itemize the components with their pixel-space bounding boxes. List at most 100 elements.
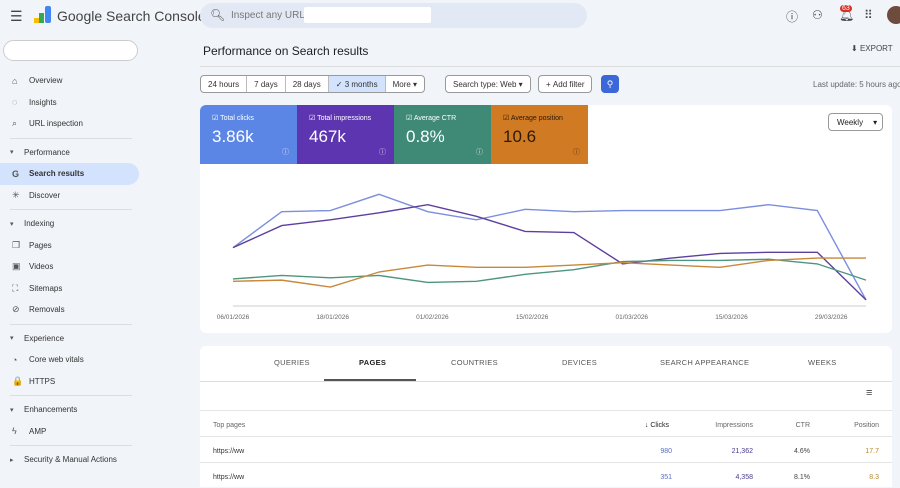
series-line-total-impressions (232, 204, 867, 301)
table-row[interactable]: https://ww 980 21,362 4.6% 17.7 (200, 436, 892, 462)
tab-queries[interactable]: QUERIES (274, 358, 310, 367)
search-icon: 🔍︎ (210, 8, 226, 22)
x-tick-label: 15/03/2026 (715, 314, 748, 321)
nav-icon: ◔ (12, 354, 18, 365)
divider (10, 137, 132, 139)
range-label: More (392, 79, 411, 89)
tab-devices[interactable]: DEVICES (562, 358, 597, 367)
sidebar-item-amp[interactable]: ϟ AMP (0, 421, 190, 443)
notification-badge: 63 (840, 5, 852, 12)
chevron-icon: ▾ (10, 406, 14, 414)
table-row[interactable]: https://ww 351 4,358 8.1% 8.3 (200, 462, 892, 488)
ctr-value: 4.6% (794, 448, 810, 455)
sidebar-item-search-results[interactable]: G Search results (0, 163, 139, 185)
position-value: 17.7 (865, 448, 879, 455)
property-selector[interactable] (3, 40, 138, 61)
filter-rows-icon[interactable]: ≡ (866, 387, 872, 399)
search-type-filter[interactable]: Search type: Web ▾ (445, 75, 531, 93)
sidebar-item-pages[interactable]: ❐ Pages (0, 235, 190, 257)
chevron-icon: ▾ (10, 335, 14, 343)
position-value: 8.3 (869, 474, 879, 481)
apps-grid-icon[interactable]: ⠿ (864, 8, 873, 22)
nav-icon: G (12, 168, 20, 179)
col-clicks[interactable]: ↓ Clicks (645, 422, 669, 429)
help-icon[interactable]: ⓘ (786, 8, 798, 25)
sidebar-item-label: Enhancements (24, 405, 78, 415)
tab-weeks[interactable]: WEEKS (808, 358, 837, 367)
sidebar-section-security-manual-actions[interactable]: ▸ Security & Manual Actions (0, 449, 190, 471)
sidebar-item-url-inspection[interactable]: ⌕ URL inspection (0, 113, 190, 135)
chevron-icon: ▾ (10, 220, 14, 228)
menu-icon[interactable]: ☰ (10, 8, 23, 25)
x-tick-label: 15/02/2026 (516, 314, 549, 321)
range-7-days[interactable]: 7 days (247, 76, 286, 92)
sidebar-section-performance[interactable]: ▾ Performance (0, 142, 190, 164)
ctr-value: 8.1% (794, 474, 810, 481)
sidebar-item-sitemaps[interactable]: ⛶ Sitemaps (0, 278, 190, 300)
sidebar-item-label: Indexing (24, 219, 55, 229)
search-input[interactable] (304, 7, 431, 23)
filter-settings-button[interactable]: ⚲ (601, 75, 619, 93)
sidebar-item-https[interactable]: 🔒 HTTPS (0, 371, 190, 393)
tab-search-appearance[interactable]: SEARCH APPEARANCE (660, 358, 749, 367)
nav-icon: ◌ (12, 97, 18, 108)
nav-icon: ▣ (12, 261, 21, 272)
download-icon: ⬇ (851, 44, 860, 53)
nav-icon: ⌂ (12, 75, 18, 86)
export-label: EXPORT (859, 44, 893, 53)
search-placeholder: Inspect any URL in (231, 10, 316, 21)
sidebar-section-experience[interactable]: ▾ Experience (0, 328, 190, 350)
sidebar-section-indexing[interactable]: ▾ Indexing (0, 213, 190, 235)
sidebar-item-videos[interactable]: ▣ Videos (0, 256, 190, 278)
range-24-hours[interactable]: 24 hours (201, 76, 248, 92)
add-filter-label: Add filter (552, 79, 585, 89)
series-line-total-clicks (232, 193, 867, 301)
range-28-days[interactable]: 28 days (286, 76, 329, 92)
sidebar-item-removals[interactable]: ⊘ Removals (0, 299, 190, 321)
url-inspect-search[interactable]: 🔍︎ Inspect any URL in (200, 3, 587, 28)
sidebar-item-label: Security & Manual Actions (24, 455, 117, 465)
range-more[interactable]: More ▾ (386, 76, 424, 92)
series-line-average-ctr (232, 258, 867, 284)
export-button[interactable]: ⬇ EXPORT (851, 44, 893, 53)
sidebar-item-label: Removals (29, 305, 65, 315)
user-settings-icon[interactable]: ⚇ (812, 8, 823, 22)
sidebar-item-overview[interactable]: ⌂ Overview (0, 70, 190, 92)
sidebar-item-insights[interactable]: ◌ Insights (0, 92, 190, 114)
sidebar-item-label: URL inspection (29, 119, 83, 129)
page-url[interactable]: https://ww (213, 474, 244, 481)
sidebar-nav: ⌂ Overview ◌ Insights ⌕ URL inspection ▾ Perfor… (0, 70, 190, 471)
impressions-value: 21,362 (731, 448, 753, 455)
range-3-months[interactable]: ✓ 3 months (328, 76, 386, 92)
page-url[interactable]: https://ww (213, 448, 244, 455)
sidebar-item-core-web-vitals[interactable]: ◔ Core web vitals (0, 349, 190, 371)
x-tick-label: 18/01/2026 (316, 314, 349, 321)
col-ctr[interactable]: CTR (796, 422, 810, 429)
tab-countries[interactable]: COUNTRIES (451, 358, 498, 367)
dropdown-icon: ▾ (410, 79, 418, 89)
x-tick-label: 06/01/2026 (217, 314, 250, 321)
sidebar-item-discover[interactable]: ✳ Discover (0, 185, 190, 207)
dropdown-icon: ▾ (516, 79, 523, 89)
sidebar-item-label: Sitemaps (29, 283, 63, 293)
search-type-label: Search type: Web (453, 79, 517, 89)
sidebar-item-label: Experience (24, 333, 65, 343)
page-title: Performance on Search results (203, 44, 369, 58)
sidebar-item-label: Pages (29, 240, 52, 250)
col-position[interactable]: Position (854, 422, 879, 429)
sidebar-item-label: Performance (24, 147, 70, 157)
last-update: Last update: 5 hours ago (813, 80, 900, 89)
tab-pages[interactable]: PAGES (359, 358, 386, 367)
nav-icon: 🔒 (12, 375, 24, 386)
table-header: Top pages ↓ Clicks Impressions CTR Posit… (200, 410, 892, 436)
col-impressions[interactable]: Impressions (715, 422, 753, 429)
x-tick-label: 01/02/2026 (416, 314, 449, 321)
top-bar: ☰ Google Search Console 🔍︎ Inspect any U… (0, 0, 900, 30)
impressions-value: 4,358 (735, 474, 753, 481)
add-filter-button[interactable]: + Add filter (538, 75, 593, 93)
col-label: Clicks (650, 422, 669, 429)
sidebar-section-enhancements[interactable]: ▾ Enhancements (0, 399, 190, 421)
x-tick-label: 01/03/2026 (616, 314, 649, 321)
divider (10, 209, 132, 210)
avatar[interactable] (887, 6, 900, 24)
